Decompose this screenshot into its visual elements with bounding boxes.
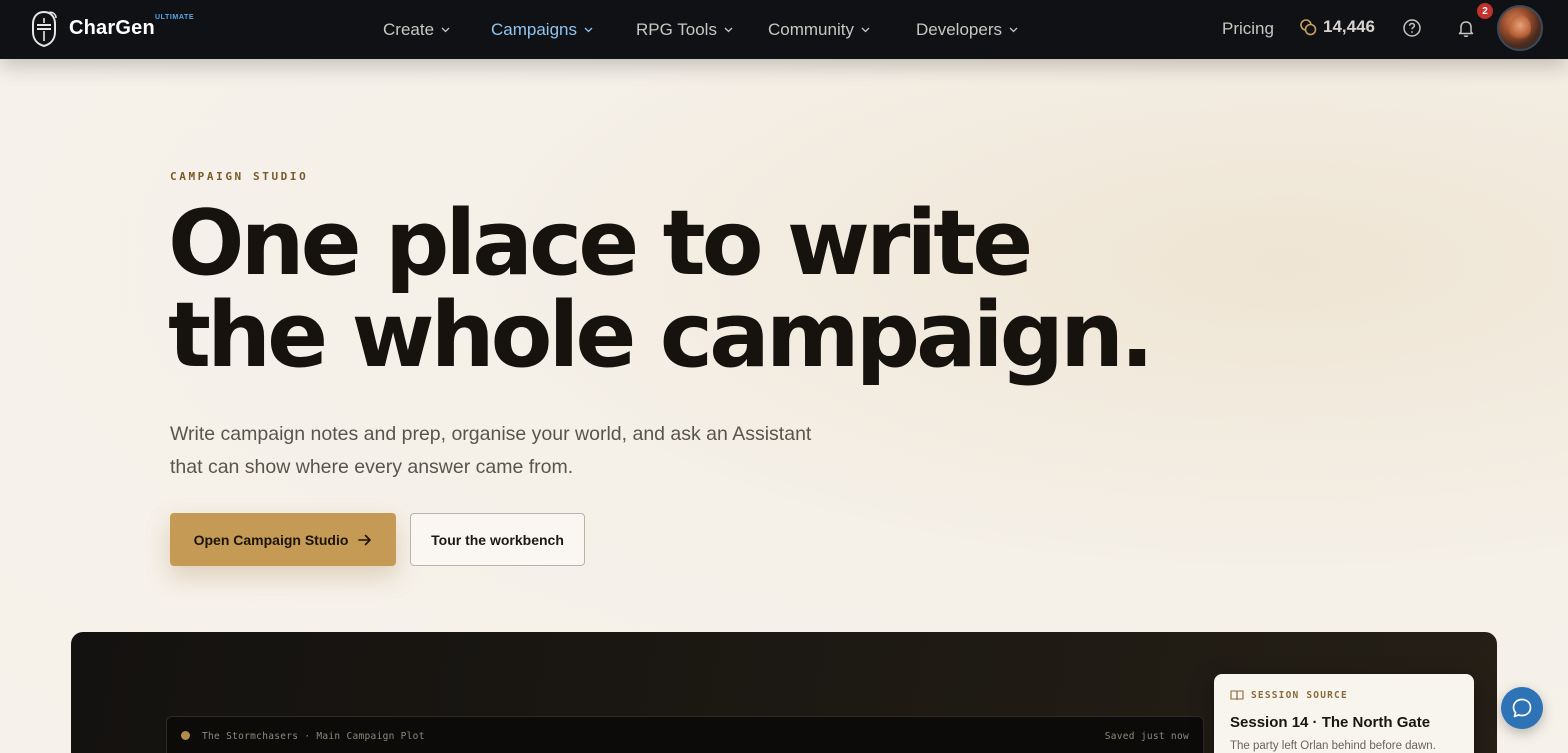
nav-campaigns[interactable]: Campaigns — [491, 19, 593, 41]
pricing-link[interactable]: Pricing — [1222, 19, 1274, 39]
chevron-down-icon — [1009, 27, 1018, 33]
bell-icon[interactable] — [1455, 17, 1477, 39]
hero-subcopy-line-2: that can show where every answer came fr… — [170, 456, 574, 478]
top-navigation: CharGen ULTIMATE Create Campaigns RPG To… — [0, 0, 1568, 59]
hero-subcopy: Write campaign notes and prep, organise … — [170, 418, 870, 484]
arrow-right-icon — [358, 534, 372, 545]
credits-value: 14,446 — [1323, 17, 1375, 36]
nav-community[interactable]: Community — [768, 19, 870, 41]
knight-helmet-logo[interactable] — [28, 10, 60, 48]
open-campaign-studio-label: Open Campaign Studio — [193, 531, 349, 548]
nav-rpg-tools-label: RPG Tools — [636, 20, 717, 39]
session-source-label: SESSION SOURCE — [1251, 690, 1348, 701]
status-dot — [181, 731, 190, 740]
nav-developers-label: Developers — [916, 20, 1002, 39]
help-circle-icon[interactable] — [1401, 17, 1423, 39]
tour-workbench-label: Tour the workbench — [431, 531, 564, 548]
notification-count-badge: 2 — [1477, 3, 1493, 19]
hero-eyebrow: CAMPAIGN STUDIO — [170, 170, 309, 183]
tour-workbench-button[interactable]: Tour the workbench — [410, 513, 585, 566]
hero-headline-line-2: the whole campaign. — [168, 283, 1154, 388]
session-source-title: Session 14 · The North Gate — [1230, 714, 1431, 731]
hero-subcopy-line-1: Write campaign notes and prep, organise … — [170, 423, 812, 445]
hero-headline: One place to write the whole campaign. — [168, 198, 1168, 382]
hero-headline-line-1: One place to write — [168, 191, 1033, 296]
chevron-down-icon — [584, 27, 593, 33]
chevron-down-icon — [861, 27, 870, 33]
nav-developers[interactable]: Developers — [916, 19, 1018, 41]
nav-create[interactable]: Create — [383, 19, 450, 41]
editor-save-status: Saved just now — [1104, 731, 1189, 742]
chevron-down-icon — [724, 27, 733, 33]
session-source-excerpt: The party left Orlan behind before dawn. — [1230, 740, 1436, 752]
plan-badge: ULTIMATE — [155, 14, 195, 21]
editor-document-title: The Stormchasers · Main Campaign Plot — [202, 731, 425, 742]
nav-campaigns-label: Campaigns — [491, 20, 577, 39]
brand-name[interactable]: CharGen — [69, 17, 155, 40]
chat-support-button[interactable] — [1501, 687, 1543, 729]
open-campaign-studio-button[interactable]: Open Campaign Studio — [170, 513, 396, 566]
chevron-down-icon — [441, 27, 450, 33]
book-icon — [1230, 690, 1244, 701]
nav-create-label: Create — [383, 20, 435, 39]
chat-bubble-icon — [1512, 698, 1532, 718]
user-avatar[interactable] — [1497, 5, 1543, 51]
credits-balance[interactable]: 14,446 — [1299, 17, 1375, 37]
nav-rpg-tools[interactable]: RPG Tools — [636, 19, 733, 41]
coins-icon — [1300, 19, 1317, 36]
nav-community-label: Community — [768, 20, 854, 39]
